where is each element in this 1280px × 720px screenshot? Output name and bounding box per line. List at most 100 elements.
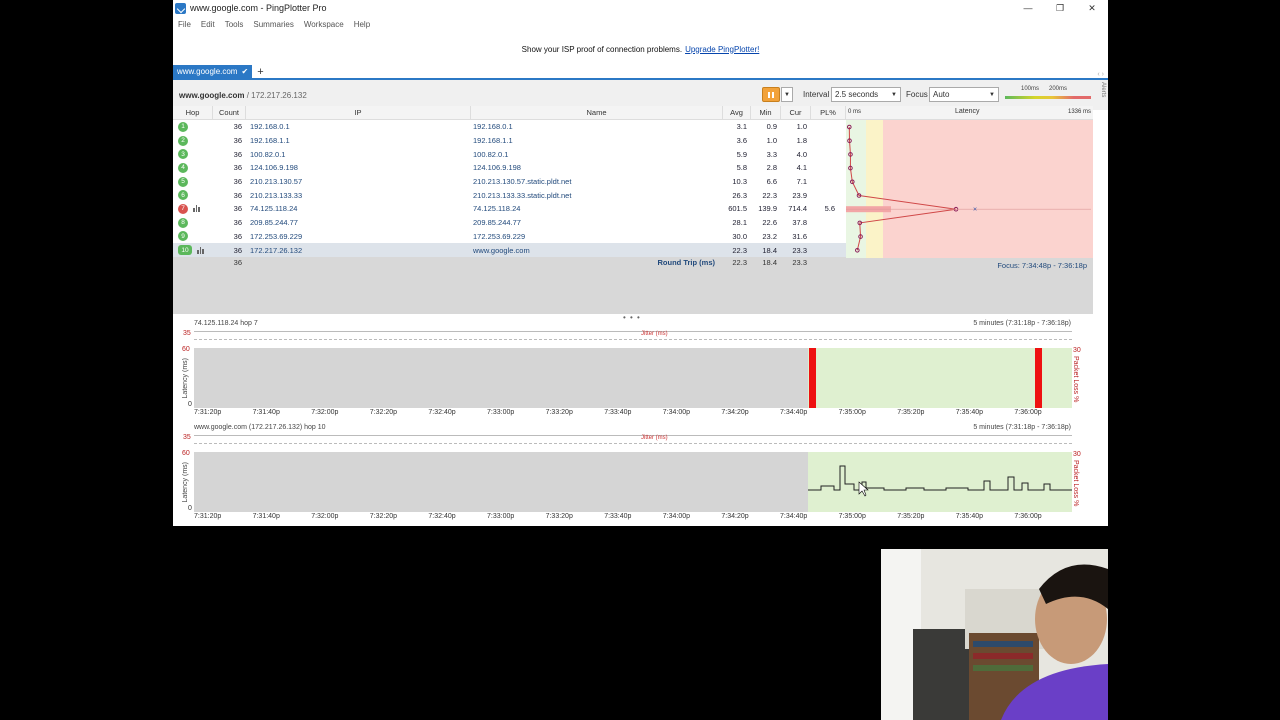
- upgrade-banner: Show your ISP proof of connection proble…: [173, 32, 1108, 66]
- pl-max-label: 30: [1073, 347, 1081, 354]
- target-ip: / 172.217.26.132: [244, 90, 307, 100]
- avg-cell: 26.3: [732, 190, 747, 200]
- time-tick: 7:34:40p: [780, 513, 808, 520]
- target-title: www.google.com / 172.217.26.132: [179, 91, 307, 100]
- ip-cell: 124.106.9.198: [250, 163, 298, 173]
- count-cell: 36: [233, 163, 242, 173]
- rt-label: Round Trip (ms): [657, 258, 716, 268]
- hop-cell: 10: [173, 245, 213, 256]
- hop-cell: 2: [173, 135, 213, 146]
- avg-cell: 28.1: [732, 218, 747, 228]
- time-tick: 7:34:20p: [721, 409, 749, 416]
- title-bar: www.google.com - PingPlotter Pro — ❐ ✕: [173, 0, 1108, 16]
- pause-dropdown-icon[interactable]: ▼: [781, 87, 793, 102]
- avg-cell: 30.0: [732, 231, 747, 241]
- menu-summaries[interactable]: Summaries: [253, 20, 293, 29]
- ip-cell: 210.213.130.57: [250, 177, 303, 187]
- col-pl[interactable]: PL%: [811, 106, 846, 119]
- menu-help[interactable]: Help: [354, 20, 370, 29]
- graph-plot: [194, 452, 1072, 512]
- latency-graph[interactable]: 0 ms Latency 1336 ms ×: [846, 106, 1093, 258]
- time-tick: 7:35:20p: [897, 513, 925, 520]
- menu-workspace[interactable]: Workspace: [304, 20, 344, 29]
- focus-select[interactable]: Auto ▼: [929, 87, 999, 102]
- upgrade-link[interactable]: Upgrade PingPlotter!: [685, 45, 759, 54]
- avg-cell: 3.6: [736, 136, 747, 146]
- col-hop[interactable]: Hop: [173, 106, 213, 119]
- rt-count: 36: [233, 258, 242, 268]
- cur-cell: 1.8: [796, 136, 807, 146]
- time-tick: 7:33:20p: [545, 409, 573, 416]
- time-tick: 7:31:40p: [252, 409, 280, 416]
- webcam-overlay: [881, 549, 1108, 720]
- tab-scroll-arrows[interactable]: ‹ ›: [1097, 71, 1104, 78]
- focus-label: Focus: [906, 90, 928, 99]
- timegraph-hop10[interactable]: www.google.com (172.217.26.132) hop 10 5 …: [173, 424, 1093, 524]
- min-cell: 3.3: [766, 149, 777, 159]
- time-axis: 7:31:20p 7:31:40p 7:32:00p 7:32:20p 7:32:40p…: [194, 513, 1072, 523]
- pause-button[interactable]: [762, 87, 780, 102]
- hop-number: 7: [178, 203, 188, 214]
- graph-icon[interactable]: [197, 246, 204, 254]
- menu-tools[interactable]: Tools: [225, 20, 244, 29]
- menu-file[interactable]: File: [178, 20, 191, 29]
- graph-range[interactable]: 5 minutes (7:31:18p - 7:36:18p): [973, 424, 1071, 431]
- add-tab-button[interactable]: +: [257, 66, 263, 78]
- maximize-button[interactable]: ❐: [1044, 3, 1076, 14]
- ip-cell: 192.168.0.1: [250, 122, 290, 132]
- pl-max-label: 30: [1073, 451, 1081, 458]
- packet-loss-bar: [1035, 348, 1042, 408]
- close-button[interactable]: ✕: [1076, 3, 1108, 14]
- count-cell: 36: [233, 122, 242, 132]
- hop-cell: 3: [173, 149, 213, 160]
- avg-cell: 22.3: [732, 245, 747, 255]
- time-tick: 7:31:20p: [194, 409, 222, 416]
- name-cell: 100.82.0.1: [473, 149, 509, 159]
- tab-google[interactable]: www.google.com ✔: [173, 65, 253, 78]
- hop-number: 1: [178, 121, 188, 132]
- focus-value: Auto: [933, 90, 950, 99]
- tab-label: www.google.com: [177, 67, 238, 76]
- interval-select[interactable]: 2.5 seconds ▼: [831, 87, 901, 102]
- cur-cell: 37.8: [792, 218, 807, 228]
- count-cell: 36: [233, 136, 242, 146]
- min-cell: 0.9: [766, 122, 777, 132]
- cur-cell: 7.1: [796, 177, 807, 187]
- rt-min: 18.4: [762, 258, 777, 268]
- jitter-axis-label: 35: [183, 330, 191, 337]
- minimize-button[interactable]: —: [1012, 3, 1044, 14]
- hop-number: 6: [178, 190, 188, 201]
- alerts-sidebar-tab[interactable]: Alerts: [1094, 82, 1106, 112]
- col-ip[interactable]: IP: [246, 106, 471, 119]
- y-axis-label: Latency (ms): [182, 358, 189, 399]
- jitter-axis-label: 35: [183, 434, 191, 441]
- graph-range[interactable]: 5 minutes (7:31:18p - 7:36:18p): [973, 320, 1071, 327]
- chevron-down-icon: ▼: [891, 91, 897, 98]
- avg-cell: 10.3: [732, 177, 747, 187]
- col-cur[interactable]: Cur: [781, 106, 811, 119]
- time-tick: 7:32:40p: [428, 513, 456, 520]
- hop-number: 4: [178, 162, 188, 173]
- min-cell: 1.0: [766, 136, 777, 146]
- col-count[interactable]: Count: [213, 106, 246, 119]
- cur-cell: 4.0: [796, 149, 807, 159]
- col-avg[interactable]: Avg: [723, 106, 751, 119]
- graph-icon[interactable]: [193, 205, 200, 213]
- col-min[interactable]: Min: [751, 106, 781, 119]
- time-tick: 7:36:00p: [1014, 409, 1042, 416]
- time-tick: 7:33:00p: [487, 409, 515, 416]
- avg-cell: 601.5: [728, 204, 747, 214]
- hop-cell: 6: [173, 190, 213, 201]
- focus-range-text: Focus: 7:34:48p - 7:36:18p: [997, 261, 1087, 270]
- time-tick: 7:33:40p: [604, 409, 632, 416]
- menu-edit[interactable]: Edit: [201, 20, 215, 29]
- graph-title: 74.125.118.24 hop 7: [194, 320, 258, 327]
- trace-grid: Hop Count IP Name Avg Min Cur PL% 1 36 192…: [173, 106, 1093, 314]
- rt-cur: 23.3: [792, 258, 807, 268]
- name-cell: 124.106.9.198: [473, 163, 521, 173]
- timegraph-hop7[interactable]: 74.125.118.24 hop 7 5 minutes (7:31:18p -…: [173, 320, 1093, 420]
- count-cell: 36: [233, 245, 242, 255]
- jitter-strip: Jitter (ms): [194, 331, 1072, 340]
- banner-text: Show your ISP proof of connection proble…: [521, 44, 683, 54]
- col-name[interactable]: Name: [471, 106, 723, 119]
